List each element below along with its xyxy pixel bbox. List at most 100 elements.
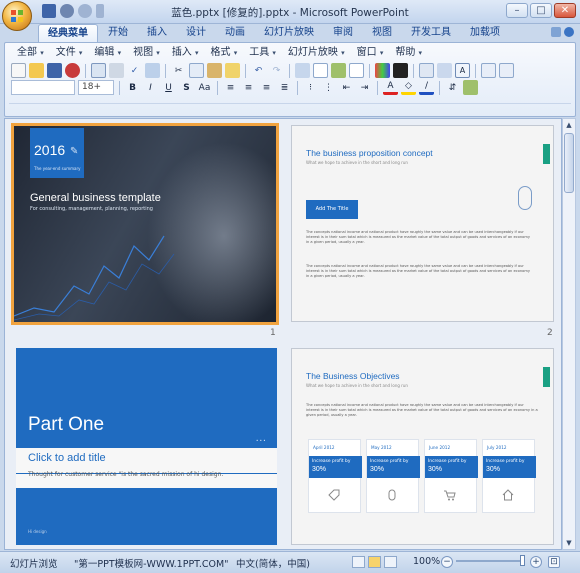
slide4-paragraph: The concepts national income and nationa… [306, 403, 538, 418]
zoom-out-button[interactable]: − [441, 556, 453, 568]
slide-thumbnail-4[interactable]: The Business Objectives What we hope to … [291, 348, 554, 545]
numbering-icon[interactable]: ⋮ [321, 80, 336, 95]
title-bar: 蓝色.pptx [修复的].pptx - Microsoft PowerPoin… [0, 0, 580, 24]
card-highlight: Increase profit by 30% [309, 456, 362, 478]
slide-thumbnail-2[interactable]: The business proposition concept What we… [291, 125, 554, 322]
card-label: Increase profit by [486, 459, 525, 464]
separator [245, 63, 246, 78]
menu-slideshow[interactable]: 幻灯片放映 ▾ [282, 45, 351, 60]
tab-home[interactable]: 开始 [99, 24, 137, 42]
open-icon[interactable] [29, 63, 44, 78]
justify-icon[interactable]: ≣ [277, 80, 292, 95]
align-left-icon[interactable]: ≡ [223, 80, 238, 95]
ribbon-minimize-icon[interactable] [551, 27, 561, 37]
tab-classic-menu[interactable]: 经典菜单 [38, 24, 98, 42]
copy-icon[interactable] [189, 63, 204, 78]
insert-table-icon[interactable] [313, 63, 328, 78]
italic-icon[interactable]: I [143, 80, 158, 95]
fit-to-window-icon[interactable]: ⊡ [548, 556, 560, 568]
slideshow-view-icon[interactable] [384, 556, 397, 568]
research-icon[interactable] [145, 63, 160, 78]
color-grayscale-icon[interactable] [375, 63, 390, 78]
chevron-down-icon: ▾ [379, 49, 384, 57]
card-highlight: Increase profit by 30% [483, 456, 536, 478]
bold-icon[interactable]: B [125, 80, 140, 95]
new-icon[interactable] [11, 63, 26, 78]
shadow-icon[interactable]: S [179, 80, 194, 95]
menu-file[interactable]: 文件 ▾ [50, 45, 89, 60]
insert-chart-icon[interactable] [295, 63, 310, 78]
bullets-icon[interactable]: ⁝ [303, 80, 318, 95]
scroll-down-icon[interactable]: ▼ [563, 537, 575, 549]
text-box-icon[interactable]: A [455, 63, 470, 78]
insert-picture-icon[interactable] [331, 63, 346, 78]
menu-insert[interactable]: 插入 ▾ [166, 45, 205, 60]
menu-view[interactable]: 视图 ▾ [127, 45, 166, 60]
font-size-combo[interactable]: 18+ [78, 80, 114, 95]
help-icon[interactable] [564, 27, 574, 37]
tab-slideshow[interactable]: 幻灯片放映 [255, 24, 323, 42]
side-tag [543, 367, 550, 387]
tab-animations[interactable]: 动画 [216, 24, 254, 42]
decrease-indent-icon[interactable]: ⇤ [339, 80, 354, 95]
maximize-button[interactable]: □ [530, 3, 552, 18]
zoom-level[interactable]: 100% [413, 556, 440, 567]
format-painter-icon[interactable] [225, 63, 240, 78]
tab-review[interactable]: 审阅 [324, 24, 362, 42]
cut-icon[interactable]: ✂ [171, 63, 186, 78]
zoom-in-button[interactable]: + [530, 556, 542, 568]
arrange-icon[interactable] [499, 63, 514, 78]
tab-design[interactable]: 设计 [177, 24, 215, 42]
minimize-button[interactable]: – [506, 3, 528, 18]
font-color-icon[interactable]: A [383, 80, 398, 95]
chevron-down-icon: ▾ [78, 49, 83, 57]
change-case-icon[interactable]: Aa [197, 80, 212, 95]
smartart-icon[interactable] [463, 80, 478, 95]
font-name-combo[interactable] [11, 80, 75, 95]
increase-indent-icon[interactable]: ⇥ [357, 80, 372, 95]
print-preview-icon[interactable] [91, 63, 106, 78]
text-direction-icon[interactable]: ⇵ [445, 80, 460, 95]
status-language[interactable]: 中文(简体，中国) [236, 556, 310, 570]
office-button[interactable] [2, 1, 32, 31]
shapes-icon[interactable] [481, 63, 496, 78]
new-slide-icon[interactable] [349, 63, 364, 78]
permission-icon[interactable] [65, 63, 80, 78]
zoom-icon[interactable] [393, 63, 408, 78]
menu-help[interactable]: 帮助 ▾ [389, 45, 428, 60]
menu-window[interactable]: 窗口 ▾ [351, 45, 390, 60]
scroll-thumb[interactable] [564, 133, 574, 193]
scroll-up-icon[interactable]: ▲ [563, 119, 575, 131]
zoom-slider-knob[interactable] [520, 555, 525, 566]
tab-view[interactable]: 视图 [363, 24, 401, 42]
undo-icon[interactable]: ↶ [251, 63, 266, 78]
fill-color-icon[interactable]: ◇ [401, 80, 416, 95]
zoom-slider[interactable] [456, 560, 520, 562]
print-icon[interactable] [109, 63, 124, 78]
menu-all[interactable]: 全部 ▾ [11, 45, 50, 60]
objective-card: April 2012 Increase profit by 30% [308, 439, 362, 513]
tab-insert[interactable]: 插入 [138, 24, 176, 42]
tab-developer[interactable]: 开发工具 [402, 24, 460, 42]
paste-icon[interactable] [207, 63, 222, 78]
spelling-icon[interactable]: ✓ [127, 63, 142, 78]
save-icon[interactable] [47, 63, 62, 78]
theme-icon[interactable] [437, 63, 452, 78]
align-right-icon[interactable]: ≡ [259, 80, 274, 95]
menu-edit[interactable]: 编辑 ▾ [88, 45, 127, 60]
slide-thumbnail-3[interactable]: Part One • • • Click to add title Though… [16, 348, 277, 545]
close-button[interactable]: ✕ [554, 3, 576, 18]
layout-icon[interactable] [419, 63, 434, 78]
vertical-scrollbar[interactable]: ▲ ▼ [562, 118, 576, 550]
slide-sorter-view-icon[interactable] [368, 556, 381, 568]
line-color-icon[interactable]: / [419, 80, 434, 95]
redo-icon[interactable]: ↷ [269, 63, 284, 78]
normal-view-icon[interactable] [352, 556, 365, 568]
slide-thumbnail-1[interactable]: 2016 The year-end summary ✎ General busi… [11, 123, 279, 325]
menu-format[interactable]: 格式 ▾ [205, 45, 244, 60]
menu-tools[interactable]: 工具 ▾ [243, 45, 282, 60]
tab-addins[interactable]: 加载项 [461, 24, 509, 42]
classic-menubar: 全部 ▾ 文件 ▾ 编辑 ▾ 视图 ▾ 插入 ▾ 格式 ▾ 工具 ▾ 幻灯片放映… [11, 45, 428, 60]
underline-icon[interactable]: U [161, 80, 176, 95]
align-center-icon[interactable]: ≡ [241, 80, 256, 95]
